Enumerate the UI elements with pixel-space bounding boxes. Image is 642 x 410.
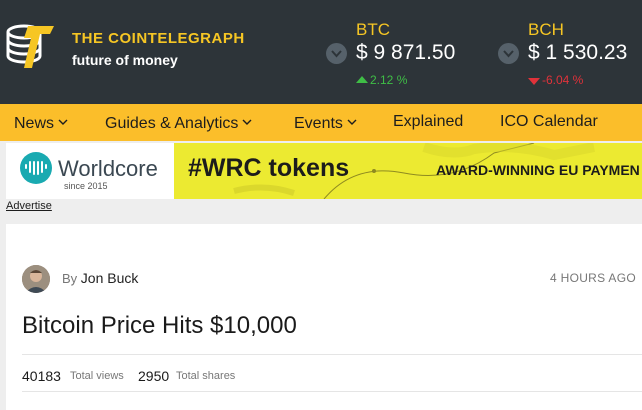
author-name[interactable]: Jon Buck (81, 270, 139, 286)
main-nav: News Guides & Analytics Events Explained… (0, 104, 642, 141)
ticker-price: $ 9 871.50 (356, 41, 456, 64)
article-card: By Jon Buck 4 HOURS AGO Bitcoin Price Hi… (6, 224, 642, 410)
shares-label: Total shares (176, 370, 236, 382)
article-byline: By Jon Buck (62, 270, 138, 286)
arrow-down-icon (528, 78, 540, 85)
nav-item-label: Guides & Analytics (105, 115, 239, 132)
divider (22, 354, 642, 355)
ticker-btc[interactable]: BTC $ 9 871.50 2.12 % (326, 0, 476, 104)
ticker-symbol: BCH (528, 20, 564, 39)
ad-since-text: since 2015 (64, 181, 108, 191)
author-avatar[interactable] (22, 265, 50, 293)
ticker-price: $ 1 530.23 (528, 41, 628, 64)
ticker-symbol: BTC (356, 20, 390, 39)
nav-item-events[interactable]: Events (294, 113, 357, 133)
site-title[interactable]: THE COINTELEGRAPH (72, 30, 245, 47)
ad-promo-panel: #WRC tokens AWARD-WINNING EU PAYMEN (174, 143, 642, 199)
article-title: Bitcoin Price Hits $10,000 (22, 312, 297, 339)
ticker-change: 2.12 % (370, 73, 408, 87)
ad-subtext: AWARD-WINNING EU PAYMEN (436, 162, 640, 178)
advertise-link[interactable]: Advertise (6, 200, 52, 212)
site-tagline: future of money (72, 52, 178, 68)
views-count: 40183 (22, 368, 61, 384)
arrow-up-icon (356, 76, 368, 83)
worldcore-logo-icon (20, 152, 52, 184)
nav-item-label: Events (294, 115, 343, 132)
nav-item-label: ICO Calendar (500, 113, 598, 130)
nav-item-label: News (14, 115, 55, 132)
views-label: Total views (70, 370, 124, 382)
article-timestamp: 4 HOURS AGO (550, 271, 636, 285)
cointelegraph-logo-icon[interactable] (4, 18, 58, 74)
chevron-down-icon[interactable] (326, 43, 347, 64)
chevron-down-icon (58, 113, 68, 131)
ticker-change: -6.04 % (542, 73, 584, 87)
ad-brand-panel: Worldcore since 2015 (6, 143, 174, 199)
nav-item-ico-calendar[interactable]: ICO Calendar (500, 113, 598, 131)
site-header: THE COINTELEGRAPH future of money BTC $ … (0, 0, 642, 104)
divider (22, 391, 642, 392)
byline-prefix: By (62, 271, 78, 286)
chevron-down-icon (242, 113, 252, 131)
ticker-bch[interactable]: BCH $ 1 530.23 -6.04 % (498, 0, 642, 104)
ad-brand-name: Worldcore (58, 156, 158, 181)
chevron-down-icon[interactable] (498, 43, 519, 64)
chevron-down-icon (347, 113, 357, 131)
nav-item-label: Explained (393, 113, 464, 130)
ad-headline: #WRC tokens (188, 154, 350, 182)
nav-item-explained[interactable]: Explained (393, 113, 463, 131)
nav-item-guides-analytics[interactable]: Guides & Analytics (105, 113, 252, 133)
shares-count: 2950 (138, 368, 170, 384)
ad-banner[interactable]: Worldcore since 2015 #WRC tokens AWARD-W… (6, 143, 642, 199)
nav-item-news[interactable]: News (14, 113, 68, 133)
